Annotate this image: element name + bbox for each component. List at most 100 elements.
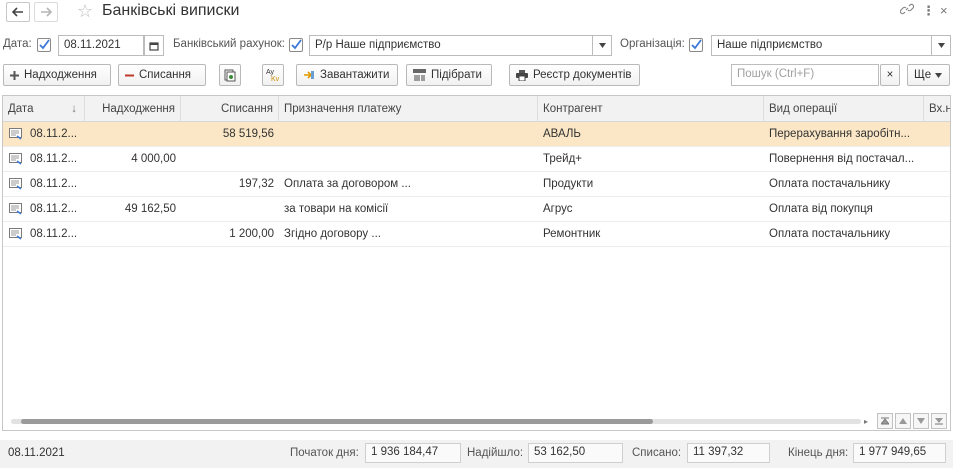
horizontal-scrollbar[interactable] [11, 419, 861, 424]
page-title: Банківські виписки [102, 2, 240, 19]
add-writeoff-button[interactable]: Списання [118, 64, 206, 86]
column-header-incoming-number[interactable]: Вх.н [924, 96, 950, 122]
check-icon [39, 39, 50, 50]
cell-counterparty: Продукти [543, 178, 594, 190]
cell-writeoff: 58 519,56 [222, 128, 274, 140]
search-input[interactable]: Пошук (Ctrl+F) [731, 64, 879, 86]
arrow-up-icon [899, 418, 907, 424]
cell-writeoff [181, 197, 279, 221]
spent-value: 11 397,32 [687, 443, 770, 463]
more-label: Ще [914, 69, 932, 81]
cell-income: 4 000,00 [131, 153, 176, 165]
scroll-bottom-button[interactable] [931, 413, 947, 429]
check-icon [691, 39, 702, 50]
cell-operation: Перерахування заробітн... [769, 128, 911, 140]
date-filter-checkbox[interactable] [37, 38, 51, 52]
column-header-counterparty[interactable]: Контрагент [538, 96, 764, 122]
date-field[interactable]: 08.11.2021 [58, 35, 144, 56]
account-field[interactable]: Р/р Наше підприємство [309, 35, 593, 56]
scroll-right-icon[interactable]: ▸ [864, 417, 868, 426]
table-row[interactable]: 08.11.2... 58 519,56 АВАЛЬ Перерахування за… [3, 122, 950, 147]
registry-button[interactable]: Реєстр документів [509, 64, 640, 86]
load-button[interactable]: Завантажити [296, 64, 398, 86]
footer-date: 08.11.2021 [8, 447, 65, 459]
column-header-operation[interactable]: Вид операції [764, 96, 924, 122]
table-header: Дата ↓ Надходження Списання Призначення … [3, 96, 950, 122]
column-header-income[interactable]: Надходження [85, 96, 181, 122]
check-icon [291, 39, 302, 50]
cell-counterparty: Ремонтник [543, 228, 601, 240]
clear-search-button[interactable]: × [880, 64, 900, 86]
cell-income [85, 222, 181, 246]
more-button[interactable]: Ще [907, 64, 950, 86]
org-dropdown-button[interactable] [931, 35, 951, 56]
document-icon [9, 153, 22, 165]
org-field[interactable]: Наше підприємство [711, 35, 932, 56]
cell-operation: Оплата постачальнику [769, 228, 891, 240]
summary-footer: 08.11.2021 Початок дня: 1 936 184,47 Над… [0, 440, 953, 468]
org-filter-label: Організація: [620, 38, 685, 50]
close-icon: × [886, 69, 894, 81]
registry-label: Реєстр документів [533, 69, 632, 81]
scrollbar-thumb[interactable] [21, 419, 653, 424]
link-icon[interactable] [899, 2, 915, 21]
plus-icon [10, 70, 19, 80]
document-icon [9, 178, 22, 190]
chevron-down-icon [935, 69, 943, 81]
copy-button[interactable] [219, 64, 241, 86]
more-menu-icon[interactable]: ⋮ [922, 2, 935, 20]
column-header-writeoff[interactable]: Списання [181, 96, 279, 122]
cell-purpose: Оплата за договором ... [284, 178, 411, 190]
chevron-down-icon [598, 43, 606, 48]
received-value: 53 162,50 [528, 443, 623, 463]
scroll-down-button[interactable] [913, 413, 929, 429]
barcode-icon [413, 68, 426, 82]
scroll-top-icon [881, 417, 889, 425]
cell-purpose [279, 147, 538, 171]
table-row[interactable]: 08.11.2... 1 200,00 Згідно договору ... Рем… [3, 222, 950, 247]
account-filter-checkbox[interactable] [289, 38, 303, 52]
table-row[interactable]: 08.11.2... 197,32 Оплата за договором ... П… [3, 172, 950, 197]
spent-label: Списано: [632, 447, 682, 459]
account-dropdown-button[interactable] [592, 35, 612, 56]
star-icon[interactable]: ☆ [77, 1, 93, 21]
table-row[interactable]: 08.11.2... 49 162,50 за товари на комісії А… [3, 197, 950, 222]
forward-button[interactable] [34, 2, 58, 22]
calendar-icon [149, 41, 159, 51]
cell-operation: Оплата постачальнику [769, 178, 891, 190]
scroll-bottom-icon [935, 418, 943, 425]
cell-operation: Оплата від покупця [769, 203, 873, 215]
scroll-up-button[interactable] [895, 413, 911, 429]
add-income-button[interactable]: Надходження [3, 64, 111, 86]
chevron-down-icon [937, 43, 945, 48]
cell-income [85, 172, 181, 196]
cell-date: 08.11.2... [30, 153, 78, 165]
start-balance-label: Початок дня: [290, 447, 359, 459]
cell-date: 08.11.2... [30, 128, 78, 140]
calendar-button[interactable] [144, 35, 164, 56]
load-label: Завантажити [320, 69, 390, 81]
copy-document-icon [224, 69, 236, 81]
cell-writeoff [181, 147, 279, 171]
sort-ab-button[interactable]: Ay Kv [262, 64, 284, 86]
back-button[interactable] [6, 2, 30, 22]
org-filter-checkbox[interactable] [689, 38, 703, 52]
cell-purpose: за товари на комісії [284, 203, 389, 215]
end-balance-value: 1 977 949,65 [853, 443, 946, 463]
close-icon[interactable]: × [940, 2, 948, 20]
table-row[interactable]: 08.11.2... 4 000,00 Трейд+ Повернення від п… [3, 147, 950, 172]
cell-operation: Повернення від постачал... [769, 153, 915, 165]
column-header-date[interactable]: Дата ↓ [3, 96, 85, 122]
arrow-left-icon [12, 7, 23, 17]
account-filter-label: Банківський рахунок: [173, 38, 285, 50]
column-header-purpose[interactable]: Призначення платежу [279, 96, 538, 122]
cell-writeoff: 1 200,00 [229, 228, 274, 240]
document-icon [9, 128, 22, 140]
add-income-label: Надходження [24, 69, 97, 81]
sort-alpha-icon: AyKv [266, 69, 280, 82]
select-button[interactable]: Підібрати [406, 64, 492, 86]
toolbar: Надходження Списання Ay Kv Завантажити Пі… [0, 64, 953, 88]
scroll-top-button[interactable] [877, 413, 893, 429]
end-balance-label: Кінець дня: [788, 447, 849, 459]
received-label: Надійшло: [467, 447, 524, 459]
